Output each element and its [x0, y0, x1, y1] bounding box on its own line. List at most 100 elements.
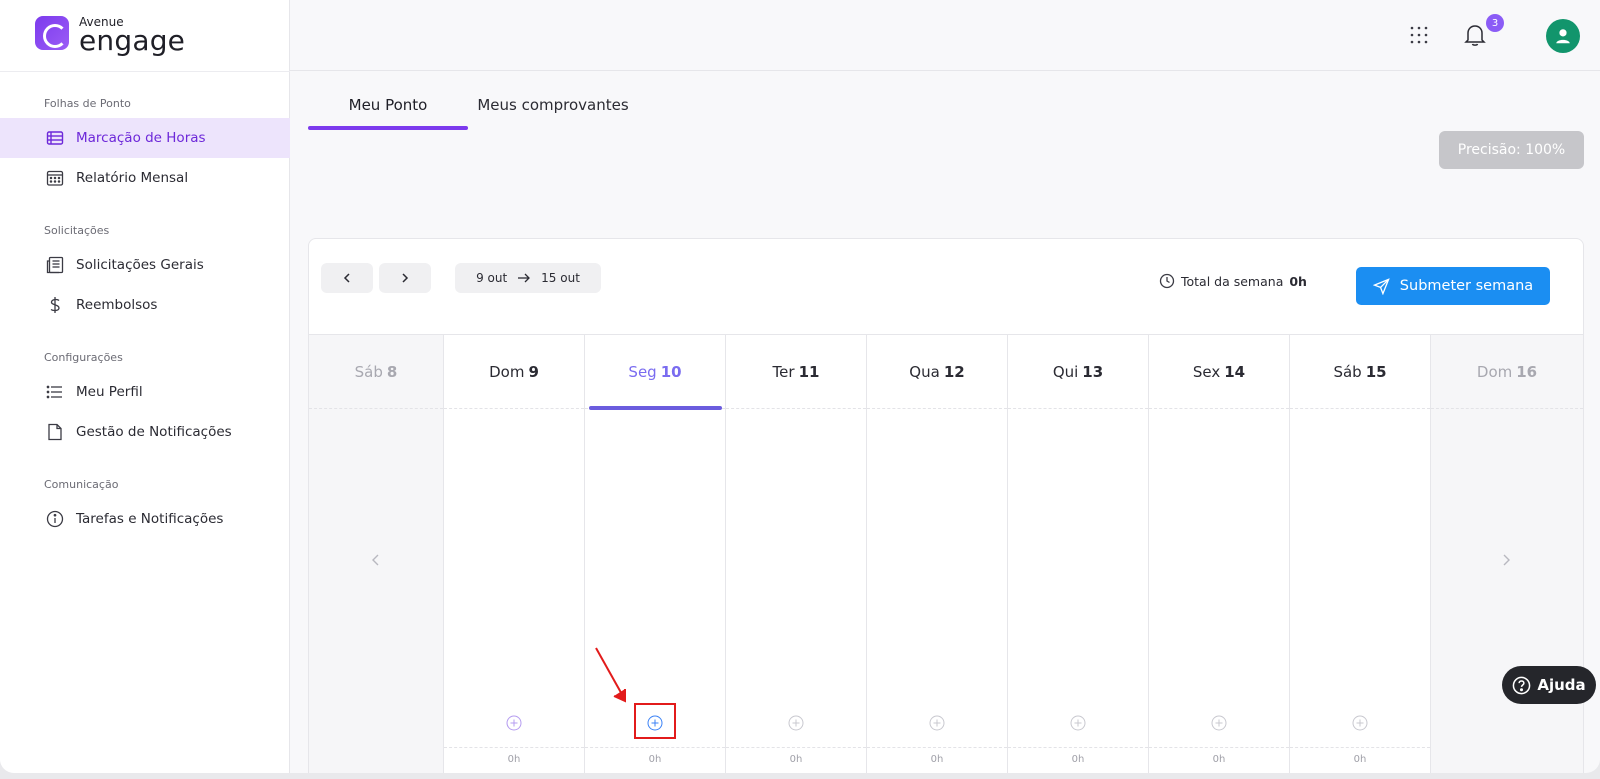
plus-circle-icon: [929, 715, 945, 731]
chevron-right-icon[interactable]: [1499, 553, 1513, 567]
day-number: 12: [943, 362, 965, 381]
add-entry-button[interactable]: [788, 715, 804, 731]
sidebar-item-meu-perfil[interactable]: Meu Perfil: [0, 372, 290, 412]
sidebar-item-relatorio-mensal[interactable]: Relatório Mensal: [0, 158, 290, 198]
day-header: Dom 9: [444, 335, 584, 409]
plus-circle-icon: [788, 715, 804, 731]
logo[interactable]: Avenue engage: [35, 14, 195, 58]
day-column-seg-10: Seg 10 0h: [584, 335, 725, 773]
active-tab-indicator: [308, 126, 468, 130]
sidebar-item-tarefas-notificacoes[interactable]: Tarefas e Notificações: [0, 499, 290, 539]
day-number: 10: [660, 362, 682, 381]
range-start: 9 out: [476, 271, 508, 285]
sidebar-item-label: Meu Perfil: [76, 384, 143, 400]
submit-week-label: Submeter semana: [1399, 278, 1534, 294]
sidebar-divider: [0, 71, 290, 72]
day-header: Dom 16: [1431, 335, 1583, 409]
plus-circle-icon: [506, 715, 522, 731]
day-total: 0h: [1008, 747, 1148, 765]
chevron-right-icon: [402, 273, 409, 283]
sidebar-item-label: Marcação de Horas: [76, 130, 206, 146]
tab-meus-comprovantes[interactable]: Meus comprovantes: [468, 86, 638, 130]
timesheet-icon: [46, 129, 64, 147]
user-avatar[interactable]: [1546, 19, 1580, 53]
day-total: 0h: [1149, 747, 1289, 765]
calendar-icon: [46, 169, 64, 187]
day-column-sab-15: Sáb 15 0h: [1289, 335, 1430, 773]
arrow-right-icon: [518, 273, 531, 283]
week-total-value: 0h: [1289, 273, 1307, 289]
week-grid: Sáb 8 Dom 9 0h Seg 10 0h Ter 11 0h Qua 1…: [309, 334, 1583, 773]
add-entry-button[interactable]: [1211, 715, 1227, 731]
logo-big-text: engage: [79, 24, 186, 57]
sidebar-item-solicitacoes-gerais[interactable]: Solicitações Gerais: [0, 245, 290, 285]
next-week-button[interactable]: [379, 263, 431, 293]
section-title-solicitacoes: Solicitações: [44, 224, 110, 237]
add-entry-button[interactable]: [506, 715, 522, 731]
day-number: 13: [1082, 362, 1104, 381]
day-column-ter-11: Ter 11 0h: [725, 335, 866, 773]
highlight-box: [634, 703, 676, 739]
notification-count-badge: 3: [1486, 14, 1504, 32]
day-name: Qui: [1052, 362, 1079, 381]
dollar-icon: [46, 296, 64, 314]
section-title-configuracoes: Configurações: [44, 351, 123, 364]
day-column-dom-9: Dom 9 0h: [443, 335, 584, 773]
day-header: Ter 11: [726, 335, 866, 409]
day-name: Seg: [628, 362, 657, 381]
help-button[interactable]: Ajuda: [1502, 666, 1596, 704]
chevron-left-icon: [343, 273, 350, 283]
date-range[interactable]: 9 out 15 out: [455, 263, 601, 293]
sidebar-item-label: Reembolsos: [76, 297, 158, 313]
today-indicator: [589, 406, 722, 410]
day-number: 14: [1224, 362, 1246, 381]
prev-week-button[interactable]: [321, 263, 373, 293]
day-total: 0h: [867, 747, 1007, 765]
apps-grid-icon[interactable]: [1410, 26, 1428, 44]
range-end: 15 out: [541, 271, 580, 285]
precision-button[interactable]: Precisão: 100%: [1439, 131, 1584, 169]
day-column-qui-13: Qui 13 0h: [1007, 335, 1148, 773]
sidebar-item-gestao-notificacoes[interactable]: Gestão de Notificações: [0, 412, 290, 452]
app-window: Avenue engage Folhas de Ponto Marcação d…: [0, 0, 1600, 773]
info-icon: [46, 510, 64, 528]
sidebar-item-marcacao-horas[interactable]: Marcação de Horas: [0, 118, 290, 158]
sidebar: Avenue engage Folhas de Ponto Marcação d…: [0, 0, 290, 773]
add-entry-button[interactable]: [1070, 715, 1086, 731]
help-label: Ajuda: [1537, 676, 1586, 694]
help-circle-icon: [1513, 676, 1531, 694]
add-entry-button[interactable]: [1352, 715, 1368, 731]
day-header: Seg 10: [585, 335, 725, 409]
day-header: Qua 12: [867, 335, 1007, 409]
day-header: Sáb 8: [309, 335, 443, 409]
list-icon: [46, 383, 64, 401]
section-title-comunicacao: Comunicação: [44, 478, 119, 491]
submit-week-button[interactable]: Submeter semana: [1356, 267, 1550, 305]
plus-circle-icon: [1352, 715, 1368, 731]
week-total: Total da semana 0h: [1159, 273, 1307, 289]
week-card: 9 out 15 out Total da semana 0h Submeter…: [308, 238, 1584, 773]
notifications-bell-icon[interactable]: [1462, 22, 1488, 48]
plus-circle-icon: [1211, 715, 1227, 731]
tab-meu-ponto[interactable]: Meu Ponto: [308, 86, 468, 130]
topbar: 3: [290, 0, 1600, 71]
day-total: 0h: [585, 747, 725, 765]
sidebar-item-reembolsos[interactable]: Reembolsos: [0, 285, 290, 325]
plus-circle-icon: [1070, 715, 1086, 731]
day-number: 9: [528, 362, 539, 381]
day-name: Dom: [489, 362, 525, 381]
annotation-arrow: [595, 647, 626, 703]
day-header: Qui 13: [1008, 335, 1148, 409]
day-name: Qua: [909, 362, 940, 381]
logo-mark-icon: [35, 16, 69, 50]
day-column-sex-14: Sex 14 0h: [1148, 335, 1289, 773]
chevron-left-icon[interactable]: [369, 553, 383, 567]
sidebar-item-label: Gestão de Notificações: [76, 424, 232, 440]
day-column-dom-16: Dom 16: [1430, 335, 1583, 773]
day-number: 8: [386, 362, 398, 381]
document-list-icon: [46, 256, 64, 274]
add-entry-button[interactable]: [929, 715, 945, 731]
day-column-qua-12: Qua 12 0h: [866, 335, 1007, 773]
day-number: 16: [1516, 362, 1538, 381]
day-total: 0h: [1290, 747, 1430, 765]
